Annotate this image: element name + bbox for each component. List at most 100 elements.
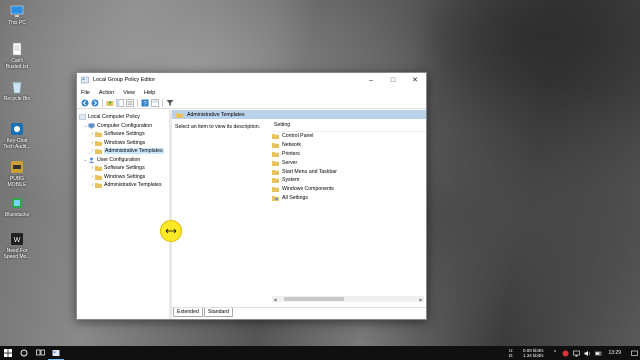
cortana-button[interactable] bbox=[16, 346, 32, 360]
desktop-icon-this-pc[interactable]: This PC bbox=[3, 4, 31, 26]
tab-standard[interactable]: Standard bbox=[203, 308, 233, 317]
help-button[interactable]: ? bbox=[140, 99, 149, 108]
tree-item-selected[interactable]: › Administrative Templates bbox=[77, 147, 169, 156]
clock[interactable]: 13:29 bbox=[608, 350, 621, 356]
tree-item[interactable]: › Software Settings bbox=[77, 164, 169, 173]
desktop-icon-app[interactable]: Key-Chat Tech Audit... bbox=[3, 122, 31, 150]
folder-icon bbox=[272, 143, 279, 149]
tree-item[interactable]: Local Computer Policy bbox=[77, 113, 169, 122]
game-icon: W bbox=[11, 233, 23, 245]
maximize-button[interactable]: □ bbox=[382, 73, 404, 87]
forward-arrow-icon bbox=[91, 99, 98, 107]
view-tabs: Extended Standard bbox=[172, 307, 426, 317]
tree-item[interactable]: ⌄ Computer Configuration bbox=[77, 122, 169, 131]
setting-item-label: Control Panel bbox=[282, 133, 314, 140]
network-icon[interactable] bbox=[573, 350, 581, 357]
setting-item-network[interactable]: Network bbox=[272, 141, 426, 150]
tree-item[interactable]: › Administrative Templates bbox=[77, 181, 169, 190]
desktop-icon-bluestacks[interactable]: Bluestacks bbox=[3, 196, 31, 218]
game-icon bbox=[11, 161, 23, 173]
setting-item-all-settings[interactable]: All Settings bbox=[272, 194, 426, 203]
policy-document-icon bbox=[79, 114, 86, 120]
folder-up-icon bbox=[106, 101, 113, 106]
desktop-icon-recycle-bin[interactable]: Recycle Bin bbox=[3, 80, 31, 102]
scroll-right-icon[interactable]: ▶ bbox=[418, 297, 424, 302]
notification-app-icon[interactable] bbox=[562, 350, 569, 357]
desktop-icon-label: This PC bbox=[8, 20, 26, 26]
windows-logo-icon bbox=[4, 349, 12, 357]
desktop-icon-text-file[interactable]: Can't Busted.txt bbox=[3, 42, 31, 70]
export-list-button[interactable] bbox=[125, 99, 134, 108]
action-center-icon[interactable] bbox=[631, 350, 638, 357]
scrollbar-thumb[interactable] bbox=[284, 297, 344, 301]
hidden-icons-chevron-icon[interactable]: ^ bbox=[551, 350, 558, 357]
menu-file[interactable]: File bbox=[81, 90, 90, 96]
horizontal-scrollbar[interactable]: ◀ ▶ bbox=[272, 296, 424, 302]
desktop-icon-pubg[interactable]: PUBG MOBILE bbox=[3, 160, 31, 188]
up-folder-button[interactable] bbox=[105, 99, 114, 108]
battery-icon[interactable] bbox=[595, 350, 602, 357]
folder-icon bbox=[95, 174, 102, 180]
desktop-icon-label: Need For Speed Mo... bbox=[3, 248, 31, 260]
task-view-icon bbox=[35, 349, 45, 356]
folder-icon bbox=[272, 134, 279, 140]
properties-button[interactable] bbox=[150, 99, 159, 108]
setting-column-header[interactable]: Setting bbox=[272, 122, 426, 132]
details-header-title: Administrative Templates bbox=[187, 111, 245, 118]
setting-item-server[interactable]: Server bbox=[272, 158, 426, 167]
tree-item-label: Administrative Templates bbox=[104, 182, 162, 189]
setting-item-system[interactable]: System bbox=[272, 176, 426, 185]
setting-item-windows-components[interactable]: Windows Components bbox=[272, 185, 426, 194]
list-icon bbox=[125, 99, 134, 107]
window-title: Local Group Policy Editor bbox=[93, 77, 156, 83]
resize-cursor-icon bbox=[165, 228, 177, 234]
computer-icon bbox=[88, 123, 95, 129]
close-button[interactable]: ✕ bbox=[404, 73, 426, 87]
toolbar: ? bbox=[77, 98, 426, 109]
minimize-button[interactable]: – bbox=[360, 73, 382, 87]
user-icon bbox=[88, 157, 95, 163]
volume-icon[interactable] bbox=[584, 350, 591, 357]
title-bar[interactable]: Local Group Policy Editor – □ ✕ bbox=[77, 73, 426, 87]
setting-item-printers[interactable]: Printers bbox=[272, 150, 426, 159]
folder-icon bbox=[95, 132, 102, 138]
settings-folder-icon bbox=[272, 195, 279, 201]
forward-button[interactable] bbox=[90, 99, 99, 108]
tree-item[interactable]: › Windows Settings bbox=[77, 139, 169, 148]
scroll-left-icon[interactable]: ◀ bbox=[272, 297, 278, 302]
desktop-icon-label: Bluestacks bbox=[4, 212, 30, 218]
desktop-icon-label: Recycle Bin bbox=[3, 96, 31, 102]
console-tree: Local Computer Policy ⌄ Computer Configu… bbox=[77, 110, 172, 319]
tree-item[interactable]: ⌄ User Configuration bbox=[77, 156, 169, 165]
desktop-icon-nfs[interactable]: W Need For Speed Mo... bbox=[3, 232, 31, 260]
setting-item-start-menu-taskbar[interactable]: Start Menu and Taskbar bbox=[272, 167, 426, 176]
taskbar-app-group-policy[interactable] bbox=[48, 346, 64, 360]
recycle-bin-icon bbox=[12, 82, 22, 94]
back-button[interactable] bbox=[80, 99, 89, 108]
tab-extended[interactable]: Extended bbox=[173, 308, 203, 317]
tree-item-label: User Configuration bbox=[97, 156, 141, 163]
desktop-icon-label: Can't Busted.txt bbox=[5, 58, 29, 70]
folder-icon bbox=[272, 187, 279, 193]
details-pane: Administrative Templates Select an item … bbox=[172, 110, 426, 319]
menu-bar: File Action View Help bbox=[77, 87, 426, 98]
tree-item[interactable]: › Windows Settings bbox=[77, 173, 169, 182]
setting-item-label: Server bbox=[282, 159, 298, 166]
show-hide-tree-button[interactable] bbox=[115, 99, 124, 108]
back-arrow-icon bbox=[81, 99, 88, 107]
taskbar: U: 0.00 kbit/s D: 1.34 kbit/s ^ 13:29 bbox=[0, 346, 640, 360]
filter-button[interactable] bbox=[165, 99, 174, 108]
menu-view[interactable]: View bbox=[123, 90, 135, 96]
desktop-icon-label: PUBG MOBILE bbox=[7, 176, 27, 188]
task-view-button[interactable] bbox=[32, 346, 48, 360]
toolbar-separator bbox=[162, 99, 163, 107]
folder-icon bbox=[95, 183, 102, 189]
setting-item-control-panel[interactable]: Control Panel bbox=[272, 132, 426, 141]
app-icon bbox=[11, 123, 23, 135]
menu-help[interactable]: Help bbox=[144, 90, 155, 96]
start-button[interactable] bbox=[0, 346, 16, 360]
tree-item[interactable]: › Software Settings bbox=[77, 130, 169, 139]
menu-action[interactable]: Action bbox=[99, 90, 114, 96]
setting-item-label: System bbox=[282, 177, 300, 184]
folder-icon bbox=[95, 166, 102, 172]
